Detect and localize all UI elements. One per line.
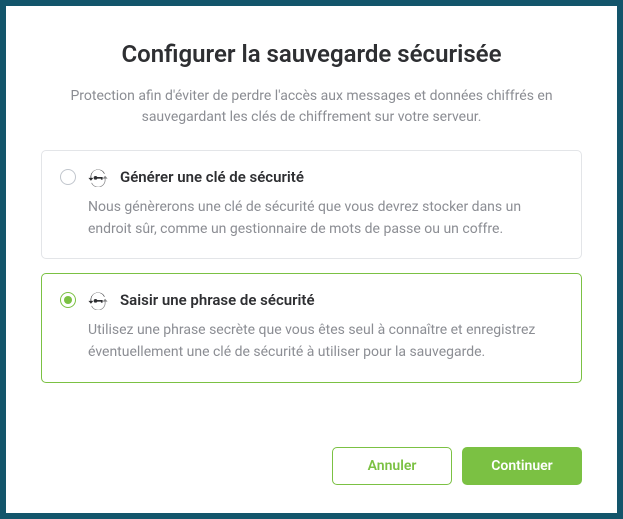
- key-refresh-icon: [88, 290, 108, 310]
- dialog-footer: Annuler Continuer: [41, 447, 582, 485]
- secure-backup-dialog: Configurer la sauvegarde sécurisée Prote…: [6, 6, 617, 513]
- option-header: Saisir une phrase de sécurité: [60, 290, 563, 310]
- cancel-button[interactable]: Annuler: [332, 447, 452, 485]
- key-refresh-icon: [88, 167, 108, 187]
- option-title: Saisir une phrase de sécurité: [120, 291, 315, 309]
- radio-button[interactable]: [60, 292, 76, 308]
- continue-button[interactable]: Continuer: [462, 447, 582, 485]
- option-enter-passphrase[interactable]: Saisir une phrase de sécurité Utilisez u…: [41, 273, 582, 382]
- dialog-title: Configurer la sauvegarde sécurisée: [41, 40, 582, 68]
- radio-button[interactable]: [60, 169, 76, 185]
- option-title: Générer une clé de sécurité: [120, 168, 304, 186]
- dialog-subtitle: Protection afin d'éviter de perdre l'acc…: [41, 86, 582, 128]
- option-generate-key[interactable]: Générer une clé de sécurité Nous génèrer…: [41, 150, 582, 259]
- option-header: Générer une clé de sécurité: [60, 167, 563, 187]
- option-description: Nous génèrerons une clé de sécurité que …: [88, 197, 563, 240]
- option-description: Utilisez une phrase secrète que vous ête…: [88, 320, 563, 363]
